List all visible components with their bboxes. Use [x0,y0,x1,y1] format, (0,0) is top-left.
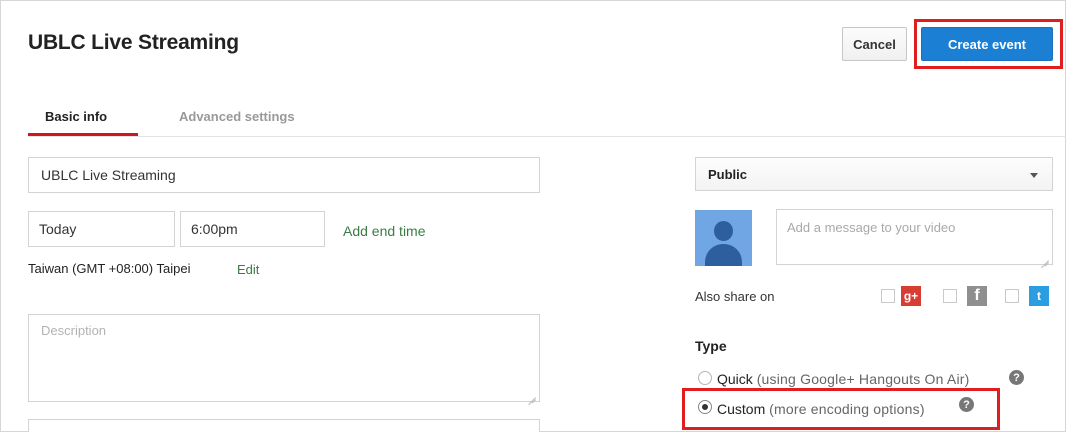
share-google-plus-checkbox[interactable] [881,289,895,303]
type-custom-label[interactable]: Custom (more encoding options) [717,401,925,417]
event-title-input[interactable]: UBLC Live Streaming [28,157,540,193]
avatar-body [705,244,742,266]
google-plus-icon: g+ [901,286,921,306]
resize-grip-icon[interactable] [528,390,536,398]
timezone-edit-link[interactable]: Edit [237,262,259,277]
resize-grip-icon[interactable] [1041,253,1049,261]
cancel-button[interactable]: Cancel [842,27,907,61]
timezone-label: Taiwan (GMT +08:00) Taipei [28,261,191,276]
type-custom-radio[interactable] [698,400,712,414]
tab-advanced-settings[interactable]: Advanced settings [179,109,295,124]
create-event-dialog: UBLC Live Streaming Cancel Create event … [0,0,1066,432]
page-title: UBLC Live Streaming [28,31,239,54]
facebook-icon: f [967,286,987,306]
description-textarea[interactable]: Description [28,314,540,402]
tabs-divider [28,136,1066,137]
tags-input[interactable] [28,419,540,432]
also-share-label: Also share on [695,289,775,304]
type-custom-detail: (more encoding options) [769,401,925,417]
type-heading: Type [695,338,727,354]
privacy-select[interactable]: Public [695,157,1053,191]
description-placeholder: Description [41,323,107,338]
help-icon[interactable]: ? [959,397,974,412]
type-quick-detail: (using Google+ Hangouts On Air) [756,371,970,387]
share-facebook-checkbox[interactable] [943,289,957,303]
create-event-button[interactable]: Create event [921,27,1053,61]
twitter-icon: t [1029,286,1049,306]
type-quick-radio[interactable] [698,371,712,385]
share-message-textarea[interactable]: Add a message to your video [776,209,1053,265]
avatar [695,210,752,266]
avatar-head [714,221,733,241]
type-quick-label[interactable]: Quick (using Google+ Hangouts On Air) [717,371,970,387]
privacy-selected-value: Public [708,166,748,182]
help-icon[interactable]: ? [1009,370,1024,385]
chevron-down-icon [1030,173,1038,178]
type-custom-name: Custom [717,401,766,417]
type-quick-name: Quick [717,371,753,387]
tab-basic-info[interactable]: Basic info [45,109,107,124]
share-message-placeholder: Add a message to your video [787,220,956,235]
add-end-time-link[interactable]: Add end time [343,223,426,239]
active-tab-indicator [28,133,138,136]
start-time-input[interactable]: 6:00pm [180,211,325,247]
start-date-input[interactable]: Today [28,211,175,247]
share-twitter-checkbox[interactable] [1005,289,1019,303]
